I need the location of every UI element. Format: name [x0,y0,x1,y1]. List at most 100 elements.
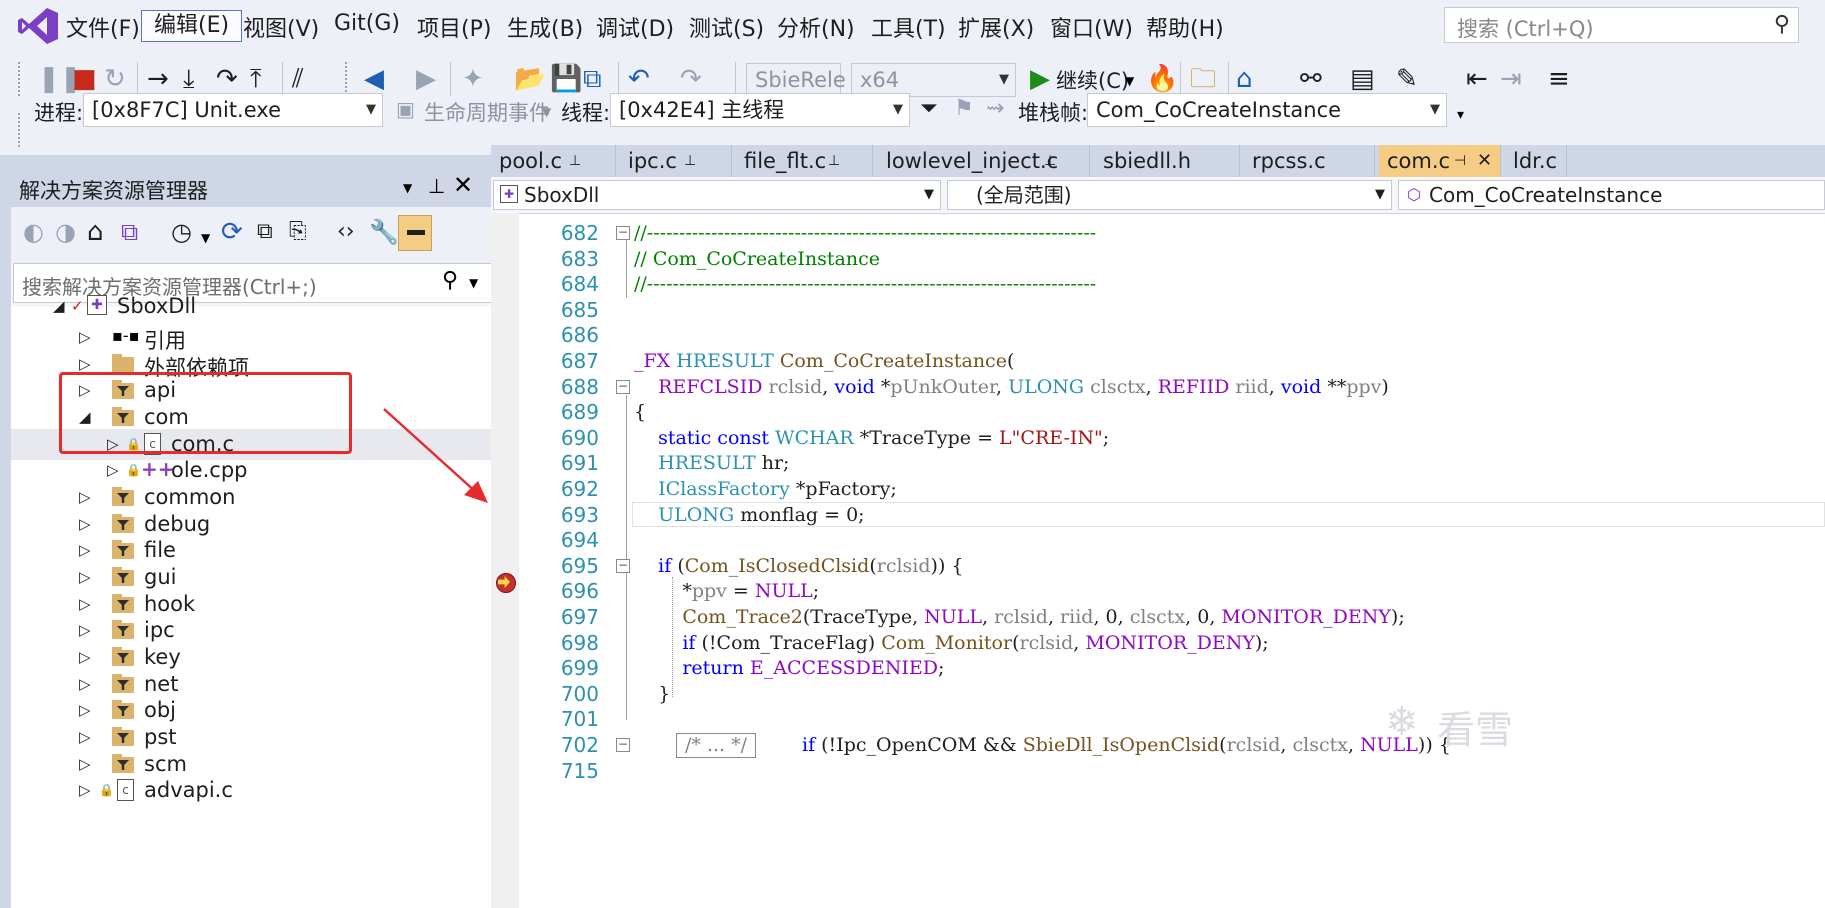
menu-edit[interactable]: 编辑(E) [141,10,243,42]
navigate-back-icon[interactable]: ◀ [364,64,384,94]
tab-pool-c[interactable]: pool.c ⊥ [491,145,616,177]
chevron-down-icon[interactable]: ▼ [1125,74,1134,88]
collapsed-icon[interactable]: ▷ [107,461,119,479]
collapse-icon[interactable]: − [616,558,630,573]
collapsed-icon[interactable]: ▷ [79,595,91,613]
show-next-statement-icon[interactable]: → [147,64,169,94]
collapsed-icon[interactable]: ▷ [79,648,91,666]
pin-icon[interactable]: ⊥ [428,174,445,198]
toolbar-grip[interactable] [18,113,26,147]
solution-platform-dropdown[interactable]: x64 ▼ [851,63,1016,97]
tab-file-flt-c[interactable]: file_flt.c ⊥ [736,145,873,177]
menu-debug[interactable]: 调试(D) [596,11,674,43]
collapsed-icon[interactable]: ▷ [79,541,91,559]
menu-file[interactable]: 文件(F) [66,11,140,43]
menu-test[interactable]: 测试(S) [689,11,764,43]
back-icon[interactable]: ◐ [23,217,44,247]
pin-icon[interactable]: ⊥ [684,145,696,177]
show-all-files-icon[interactable]: ⎘ [289,217,307,247]
collapsed-icon[interactable]: ▷ [79,755,91,773]
redo-icon[interactable]: ↷ [680,64,702,94]
stop-icon[interactable]: ■ [72,64,97,94]
menu-analyze[interactable]: 分析(N) [777,11,855,43]
collapsed-icon[interactable]: ▷ [79,328,91,346]
menu-build[interactable]: 生成(B) [507,11,583,43]
toolbar-options-icon[interactable]: ≡ [1548,64,1570,94]
menu-tools[interactable]: 工具(T) [871,11,946,43]
switch-views-icon[interactable]: ⧉ [121,217,138,247]
menu-extensions[interactable]: 扩展(X) [958,11,1034,43]
pin-icon[interactable]: ⊣ [1454,145,1466,177]
properties-wrench-icon[interactable]: 🔧 [369,217,399,247]
collapse-icon[interactable]: − [616,738,630,752]
restart-icon[interactable]: ↻ [104,64,126,94]
home-icon[interactable]: ⌂ [87,217,104,247]
step-into-icon[interactable]: ⤓ [183,64,195,94]
show-threads-icon[interactable]: ⇝ [986,94,1004,124]
diagnostic-tools-icon[interactable]: ⚯ [1300,64,1322,94]
menu-project[interactable]: 项目(P) [417,11,491,43]
menu-help[interactable]: 帮助(H) [1146,11,1224,43]
collapse-all-icon[interactable]: ⧉ [257,217,273,247]
save-icon[interactable]: 💾 [550,64,582,94]
process-dropdown[interactable]: [0x8F7C] Unit.exe ▼ [83,93,383,127]
comment-icon[interactable]: ⇤ [1466,64,1488,94]
collapsed-icon[interactable]: ▷ [79,701,91,719]
expanded-icon[interactable]: ◢ [53,297,65,315]
tab-lowlevel-inject-c[interactable]: lowlevel_inject.c ⊥ [878,145,1090,177]
collapsed-icon[interactable]: ▷ [79,621,91,639]
pending-changes-icon[interactable]: ◷ [171,217,192,247]
preview-selected-button[interactable] [398,215,432,251]
toolbar-grip[interactable] [345,62,353,96]
sync-icon[interactable]: ⟳ [221,217,243,247]
pin-icon[interactable]: ⊥ [828,145,840,177]
toolbar-grip[interactable] [18,62,26,96]
output-window-icon[interactable]: ▤ [1350,64,1375,94]
menu-view[interactable]: 视图(V) [243,11,319,43]
continue-button[interactable]: 继续(C) [1056,65,1129,95]
tab-rpcss-c[interactable]: rpcss.c [1244,145,1375,177]
chevron-down-icon[interactable]: ▼ [201,231,210,245]
new-project-icon[interactable]: ✦ [462,64,484,94]
pen-tool-icon[interactable]: ✎ [1396,64,1418,94]
close-icon[interactable]: ✕ [453,171,473,199]
collapsed-icon[interactable]: ▷ [79,515,91,533]
chevron-down-icon[interactable]: ▼ [542,105,551,119]
menu-git[interactable]: Git(G) [334,11,400,36]
uncomment-icon[interactable]: ⇥ [1500,64,1522,94]
scope-nav-dropdown[interactable]: (全局范围) ▼ [947,180,1392,210]
menu-window[interactable]: 窗口(W) [1050,11,1133,43]
pin-icon[interactable]: ⊥ [1044,145,1056,177]
solution-config-dropdown[interactable]: SbieRele [746,63,846,97]
filter-icon[interactable]: ⏷ [920,94,938,124]
navigate-forward-icon[interactable]: ▶ [416,64,436,94]
forward-icon[interactable]: ◑ [55,217,76,247]
pin-icon[interactable]: ⊥ [569,145,581,177]
hot-reload-icon[interactable]: ⫽ [292,64,304,94]
collapsed-icon[interactable]: ▷ [79,355,91,373]
tree-item-advapi-c[interactable]: ▷ 🔒 c advapi.c [11,775,529,806]
close-icon[interactable]: ✕ [1477,145,1492,177]
tab-ldr-c[interactable]: ldr.c [1505,145,1567,177]
collapsed-icon[interactable]: ▷ [79,781,91,799]
home-icon[interactable]: ⌂ [1236,64,1253,94]
tab-com-c[interactable]: com.c ⊣ ✕ [1379,145,1501,177]
collapsed-icon[interactable]: ▷ [79,675,91,693]
undo-icon[interactable]: ↶ [628,64,650,94]
thread-dropdown[interactable]: [0x42E4] 主线程 ▼ [610,93,910,127]
find-in-files-icon[interactable]: 🗀 [1190,64,1216,94]
step-out-icon[interactable]: ⤒ [250,64,262,94]
save-all-icon[interactable]: ⧉ [583,64,602,94]
chevron-down-icon[interactable]: ▼ [403,181,412,195]
step-over-icon[interactable]: ↷ [216,64,238,94]
open-file-icon[interactable]: 📂 [514,64,546,94]
hot-reload-flame-icon[interactable]: 🔥 [1146,64,1178,94]
collapsed-icon[interactable]: ▷ [79,488,91,506]
tab-sbiedll-h[interactable]: sbiedll.h [1095,145,1240,177]
collapsed-icon[interactable]: ▷ [79,568,91,586]
tab-ipc-c[interactable]: ipc.c ⊥ [620,145,732,177]
view-code-icon[interactable]: ‹› [337,217,355,247]
lifecycle-events-dropdown[interactable]: 生命周期事件 [424,97,550,127]
collapsed-icon[interactable]: ▷ [79,728,91,746]
member-nav-dropdown[interactable]: ⬡ Com_CoCreateInstance [1398,180,1825,210]
